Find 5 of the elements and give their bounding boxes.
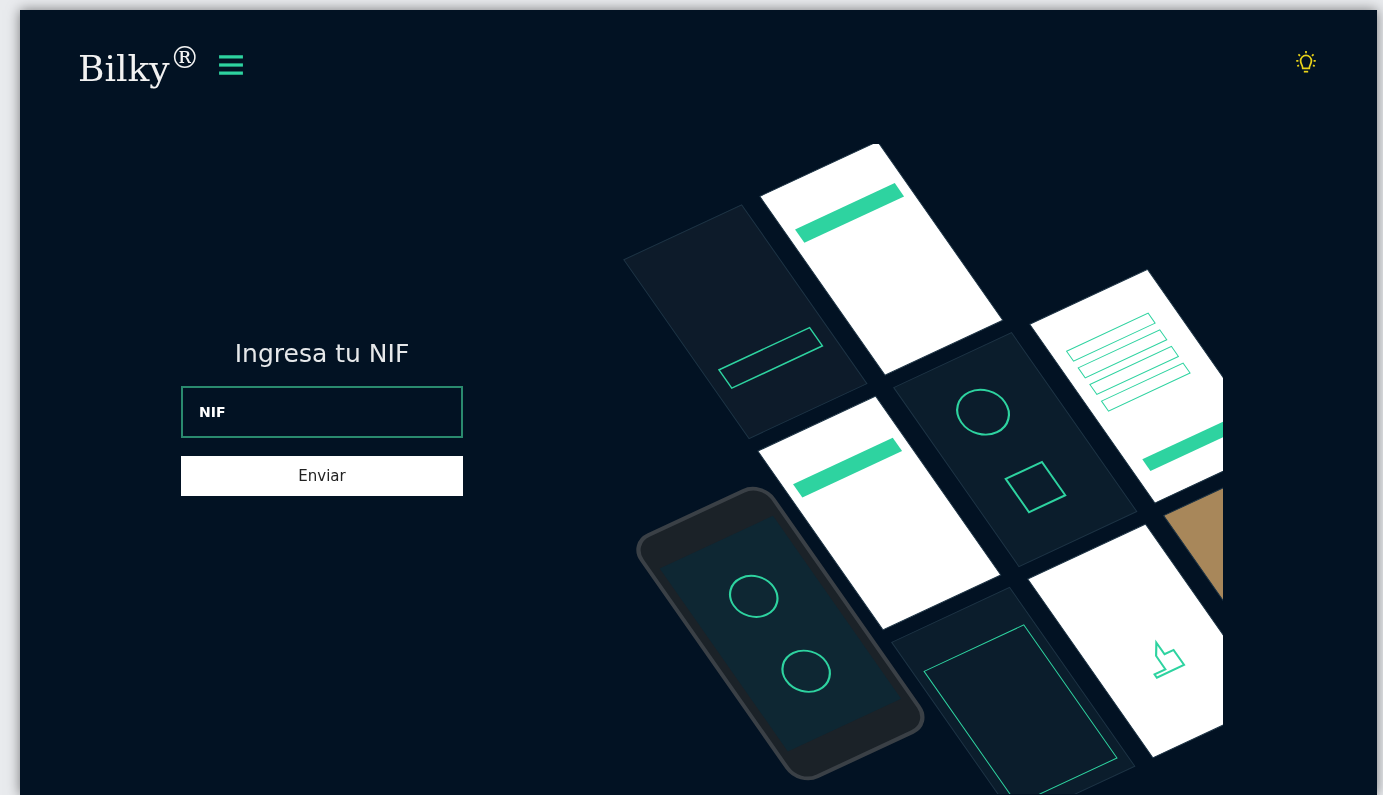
send-button[interactable]: Enviar [181, 456, 463, 496]
form-title: Ingresa tu NIF [233, 339, 411, 368]
lightbulb-icon[interactable] [1293, 49, 1319, 76]
nif-input-field[interactable]: NIF [181, 386, 463, 438]
logo[interactable]: Bilky$^{®}$ [78, 40, 200, 89]
